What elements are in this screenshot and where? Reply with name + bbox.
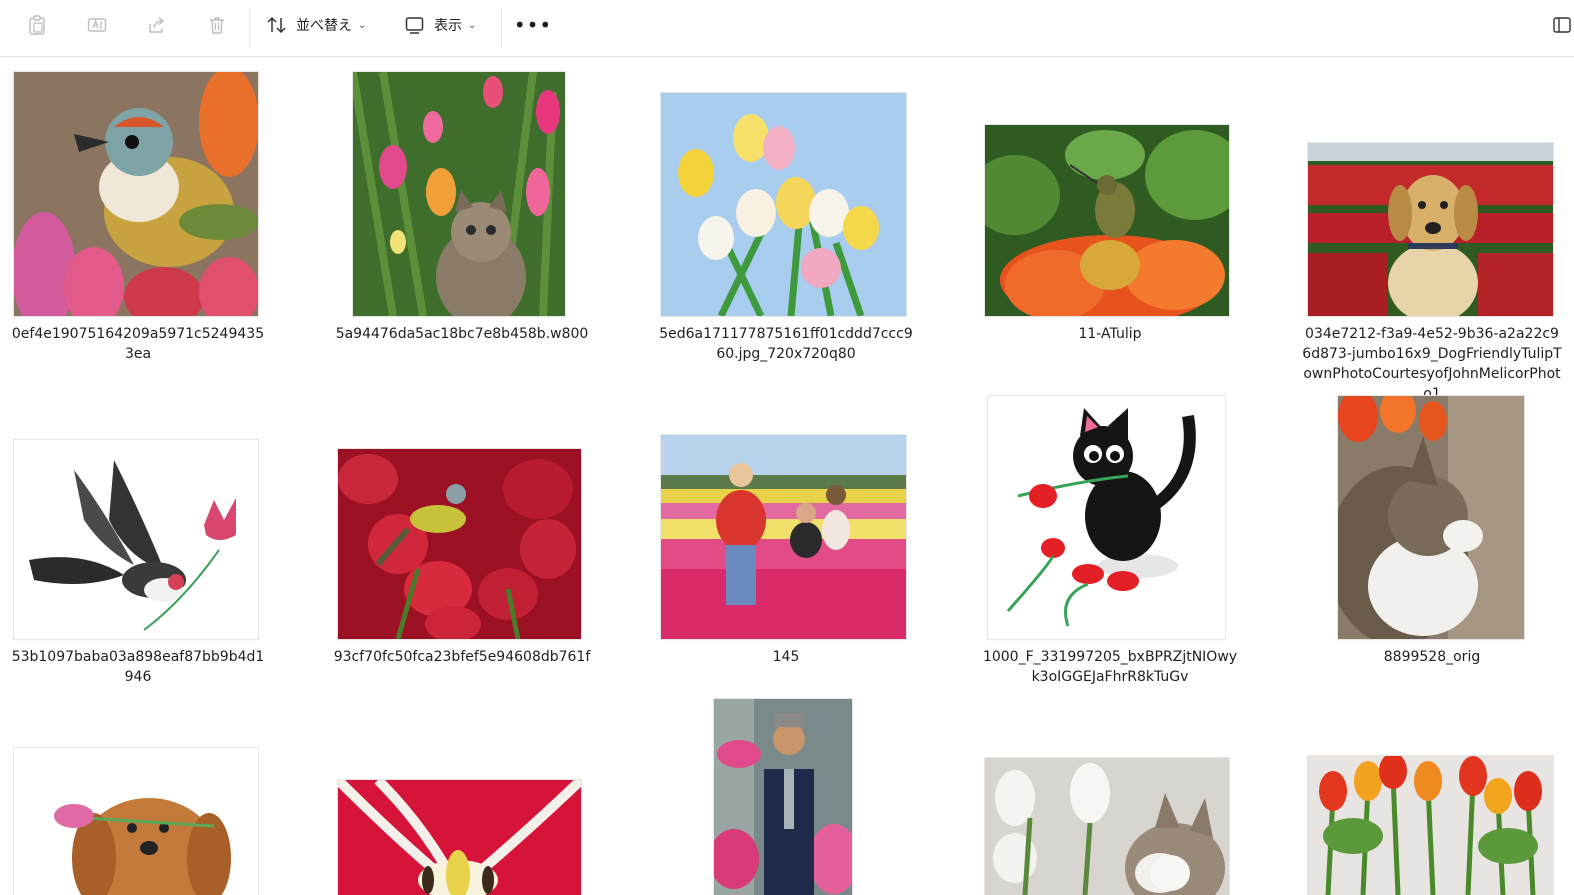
thumbnail-pastel-tulips[interactable] (661, 93, 906, 316)
view-label: 表示 (434, 18, 462, 34)
file-name[interactable]: 53b1097baba03a898eaf87bb9b4d1946 (8, 647, 268, 687)
thumbnail-man-flower-shop[interactable] (714, 699, 852, 895)
more-icon: ••• (513, 13, 553, 37)
file-explorer: 並べ替え ⌄ 表示 ⌄ ••• 0ef4e19075164209a5971c52… (0, 0, 1574, 895)
file-name[interactable]: 1000_F_331997205_bxBPRZjtNIOwyk3oIGGEJaF… (980, 647, 1240, 687)
details-pane-icon[interactable] (1548, 8, 1574, 42)
man-flower-shop-icon (714, 699, 852, 895)
more-options-button[interactable]: ••• (513, 8, 553, 42)
thumbnail-cat-in-tulips[interactable] (353, 72, 565, 316)
pastel-tulips-icon (661, 93, 906, 316)
thumbnail-cat-sniffing-tulips[interactable] (1338, 396, 1524, 639)
file-name[interactable]: 93cf70fc50fca23bfef5e94608db761f (332, 647, 592, 667)
thumbnail-bird-red-tulips[interactable] (338, 449, 581, 639)
thumbnail-cat-white-tulips[interactable] (985, 758, 1229, 895)
toolbar-separator (501, 8, 502, 48)
file-name[interactable]: 8899528_orig (1302, 647, 1562, 667)
paste-icon[interactable] (22, 8, 52, 42)
thumbnail-dog-tulip-field[interactable] (1308, 143, 1553, 316)
command-bar: 並べ替え ⌄ 表示 ⌄ ••• (0, 0, 1574, 57)
cat-in-tulips-icon (353, 72, 565, 316)
red-yellow-tulips-icon (1308, 756, 1553, 895)
thumbnail-bird-tulips-painting[interactable] (14, 72, 258, 316)
cat-white-tulips-icon (985, 758, 1229, 895)
sort-icon (266, 15, 288, 35)
file-name[interactable]: 145 (656, 647, 916, 667)
delete-icon[interactable] (202, 8, 232, 42)
cat-sniffing-tulips-icon (1338, 396, 1524, 639)
file-name[interactable]: 0ef4e19075164209a5971c52494353ea (8, 324, 268, 364)
thumbnail-dachshund-tulip[interactable] (14, 748, 258, 895)
file-name[interactable]: 034e7212-f3a9-4e52-9b36-a2a22c96d873-jum… (1302, 324, 1562, 404)
people-tulip-field-icon (661, 435, 906, 639)
swallow-tulip-drawing-icon (14, 440, 258, 639)
sort-button[interactable]: 並べ替え ⌄ (266, 8, 366, 42)
thumbnail-sunbird-orange-flower[interactable] (985, 125, 1229, 316)
rename-icon[interactable] (82, 8, 112, 42)
chevron-down-icon: ⌄ (468, 19, 477, 31)
thumbnail-red-yellow-tulips[interactable] (1308, 756, 1553, 895)
chevron-down-icon: ⌄ (358, 19, 367, 31)
view-icon (404, 15, 426, 35)
file-name[interactable]: 5a94476da5ac18bc7e8b458b.w800 (332, 324, 592, 344)
tulip-closeup-icon (338, 780, 581, 895)
bird-tulips-painting-icon (14, 72, 258, 316)
cartoon-cat-tulips-icon (988, 396, 1225, 639)
view-button[interactable]: 表示 ⌄ (404, 8, 476, 42)
thumbnail-cartoon-cat-tulips[interactable] (988, 396, 1225, 639)
dachshund-tulip-icon (14, 748, 258, 895)
bird-red-tulips-icon (338, 449, 581, 639)
sort-label: 並べ替え (296, 18, 352, 34)
thumbnail-swallow-tulip-drawing[interactable] (14, 440, 258, 639)
sunbird-orange-flower-icon (985, 125, 1229, 316)
file-name[interactable]: 11-ATulip (980, 324, 1240, 344)
share-icon[interactable] (142, 8, 172, 42)
toolbar-separator (249, 8, 250, 48)
thumbnail-tulip-closeup[interactable] (338, 780, 581, 895)
dog-tulip-field-icon (1308, 143, 1553, 316)
file-name[interactable]: 5ed6a171177875161ff01cddd7ccc960.jpg_720… (656, 324, 916, 364)
thumbnail-people-tulip-field[interactable] (661, 435, 906, 639)
